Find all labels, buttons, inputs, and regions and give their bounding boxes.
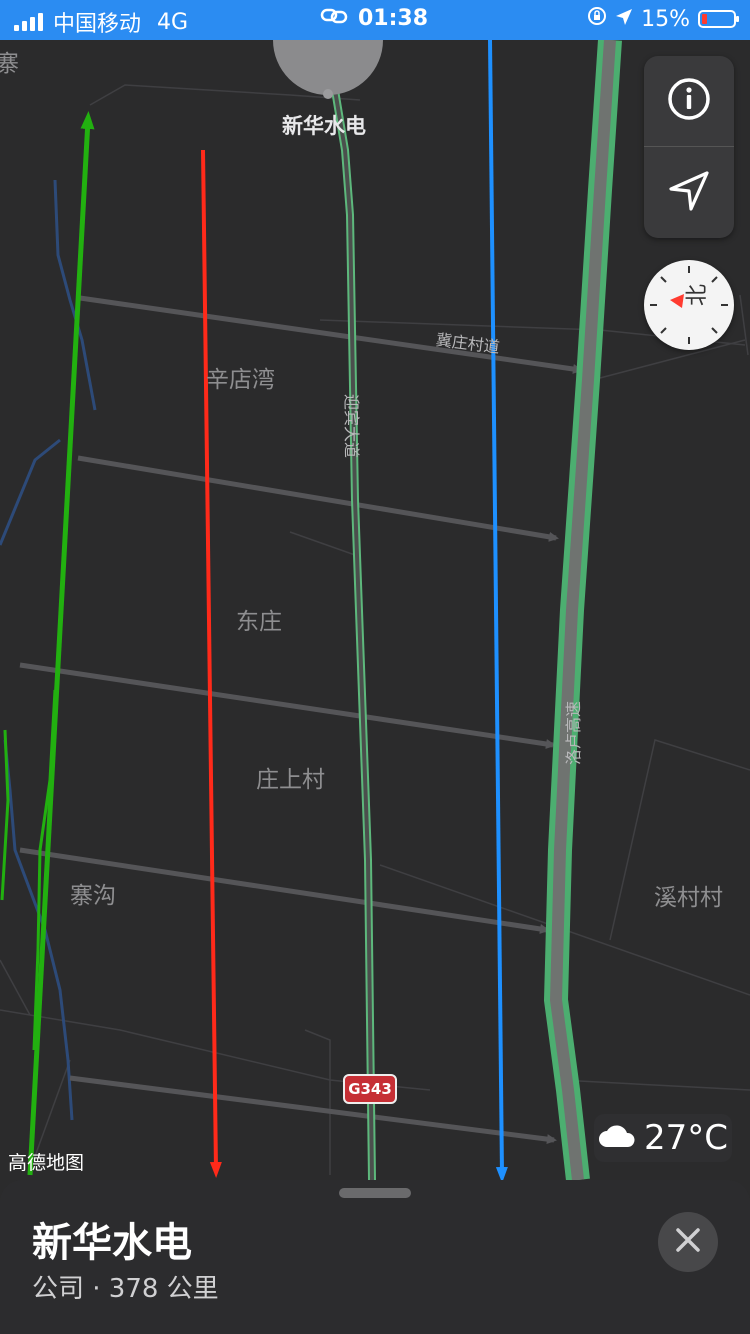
blue-line (488, 40, 508, 1180)
map-controls (644, 56, 734, 238)
compass-icon: 北 (650, 266, 728, 344)
orientation-lock-icon (587, 6, 607, 32)
cloud-icon (598, 1118, 636, 1158)
minor-roads (0, 84, 750, 1175)
map-attribution[interactable]: 高德地图 (8, 1148, 84, 1175)
carrier-name: 中国移动 (53, 12, 142, 37)
route-shield-g343: G343 (343, 1074, 397, 1104)
road-label-luolu: 洛卢高速 (564, 700, 583, 765)
map-pin-icon (273, 40, 383, 99)
place-xindianwan: 辛店湾 (206, 367, 275, 393)
place-subtitle: 公司 · 378 公里 (32, 1274, 219, 1304)
location-arrow-icon (667, 169, 711, 217)
map-layer (0, 40, 750, 1180)
network-type: 4G (157, 9, 189, 35)
compass-glyph: 北 (685, 284, 710, 306)
status-bar: 中国移动 4G 01:38 15% (0, 0, 750, 40)
info-icon (667, 77, 711, 125)
close-icon (675, 1227, 701, 1257)
map-canvas[interactable]: 新华水电 辛店湾 东庄 庄上村 寨沟 溪村村 寨 迎宾大道 冀庄村道 洛卢高速 (0, 40, 750, 1180)
place-zhuangshangcun: 庄上村 (256, 767, 325, 793)
location-services-icon (615, 7, 633, 32)
red-line (201, 149, 222, 1178)
green-line (27, 111, 95, 1176)
yingbin-road (326, 59, 376, 1180)
pin-label[interactable]: 新华水电 (282, 110, 366, 140)
place-zhaigou: 寨沟 (70, 883, 116, 909)
place-dongzhuang: 东庄 (236, 609, 282, 635)
place-title: 新华水电 (32, 1220, 192, 1266)
compass-button[interactable]: 北 (644, 260, 734, 350)
temperature: 27°C (643, 1118, 728, 1158)
water-lines (0, 179, 97, 1121)
luolu-expressway (543, 40, 622, 1180)
battery-percent: 15% (641, 6, 690, 32)
place-zhai: 寨 (0, 51, 19, 77)
signal-icon (14, 13, 43, 31)
close-button[interactable] (658, 1212, 718, 1272)
track-location-button[interactable] (644, 148, 734, 238)
sheet-grabber[interactable] (339, 1188, 411, 1198)
place-card[interactable]: 新华水电 公司 · 378 公里 (0, 1180, 750, 1334)
road-label-yingbin: 迎宾大道 (342, 394, 361, 459)
weather-badge: 27°C (594, 1114, 732, 1162)
clock: 01:38 (358, 6, 429, 31)
link-icon (320, 6, 348, 31)
place-xicuncun: 溪村村 (654, 885, 723, 911)
info-button[interactable] (644, 56, 734, 146)
battery-icon (698, 10, 739, 28)
